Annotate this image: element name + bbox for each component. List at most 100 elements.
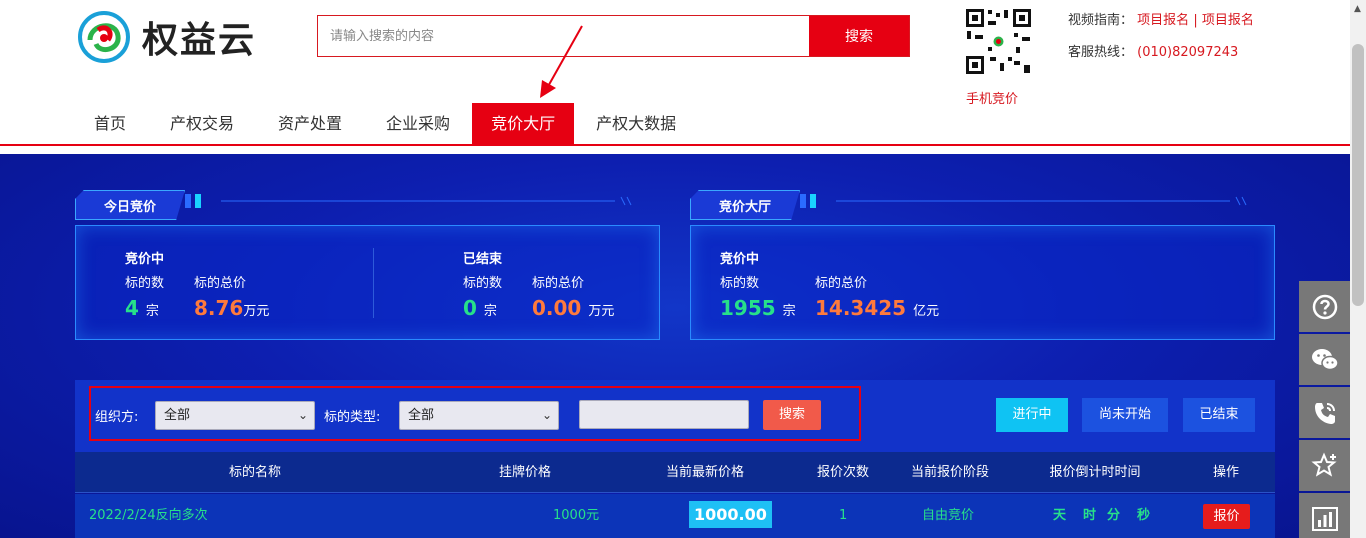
nav-bidding-hall[interactable]: 竞价大厅: [472, 103, 575, 145]
hotline: 客服热线： (010)82097243: [1068, 41, 1238, 60]
today-ongoing-count: 4 宗: [125, 296, 159, 320]
qr-code-icon: [964, 7, 1033, 76]
page: 权益云 搜索 手机竞价 视频指南： 项目报名 | 项目报名 客服热线：: [0, 0, 1366, 538]
row-stage: 自由竞价: [922, 508, 975, 523]
hall-ongoing-count-label: 标的数: [720, 276, 760, 291]
help-icon: [1312, 294, 1337, 319]
org-select[interactable]: 全部 ⌄: [155, 401, 315, 430]
logo-icon: [78, 11, 130, 63]
type-select[interactable]: 全部 ⌄: [399, 401, 559, 430]
col-bid-count: 报价次数: [816, 465, 869, 480]
project-signup-link-2[interactable]: 项目报名: [1202, 13, 1254, 28]
row-name[interactable]: 2022/2/24反向多次: [89, 494, 389, 538]
tab-bidding-hall: 竞价大厅: [690, 190, 800, 220]
nav-property-trade[interactable]: 产权交易: [148, 103, 256, 145]
today-panel: 竞价中 标的数 标的总价 4 宗 8.76万元 已结束 标的数 标的总价 0 宗…: [75, 225, 660, 340]
table-row: 2022/2/24反向多次 1000元 1000.00 1 自由竞价 天 时 分…: [75, 494, 1275, 538]
brand-name: 权益云: [142, 20, 257, 61]
col-stage: 当前报价阶段: [910, 465, 989, 480]
row-list-price: 1000元: [553, 508, 600, 523]
col-action: 操作: [1212, 465, 1239, 480]
today-ended-count-unit: 宗: [483, 304, 497, 319]
countdown-minute: 分: [1107, 508, 1121, 523]
today-ongoing-count-label: 标的数: [125, 276, 165, 291]
col-name: 标的名称: [228, 465, 281, 480]
row-bid-count: 1: [839, 508, 848, 523]
hall-ongoing-title: 竞价中: [720, 252, 760, 267]
hall-ongoing-total-unit: 亿元: [913, 304, 940, 319]
today-ended-count: 0 宗: [463, 296, 497, 320]
col-countdown: 报价倒计时时间: [1049, 465, 1141, 480]
hall-ongoing-total-value: 14.3425: [815, 296, 907, 320]
chevron-down-icon: ⌄: [297, 408, 308, 422]
search-bar: 搜索: [317, 15, 910, 57]
main-nav: 首页 产权交易 资产处置 企业采购 竞价大厅 产权大数据: [72, 103, 698, 145]
logo[interactable]: 权益云: [76, 10, 256, 64]
org-select-value: 全部: [164, 408, 191, 423]
today-ongoing-count-value: 4: [125, 296, 139, 320]
bid-button[interactable]: 报价: [1203, 504, 1250, 529]
col-list-price: 挂牌价格: [498, 465, 551, 480]
nav-asset-disposal[interactable]: 资产处置: [256, 103, 364, 145]
today-ended-title: 已结束: [463, 252, 503, 267]
tab-not-started[interactable]: 尚未开始: [1082, 398, 1168, 432]
wechat-icon: [1311, 348, 1339, 370]
separator: |: [1193, 13, 1198, 28]
today-ongoing-total-value: 8.76: [194, 296, 244, 320]
chevron-down-icon: ⌄: [541, 408, 552, 422]
tab-in-progress[interactable]: 进行中: [996, 398, 1068, 432]
help-button[interactable]: [1299, 281, 1350, 332]
countdown-second: 秒: [1137, 508, 1151, 523]
panel-divider: [373, 248, 374, 318]
scrollbar-thumb[interactable]: [1352, 44, 1364, 306]
hall-ongoing-total-label: 标的总价: [815, 276, 868, 291]
hotline-label: 客服热线：: [1068, 45, 1134, 60]
star-icon: [1310, 451, 1337, 477]
header: 权益云 搜索 手机竞价 视频指南： 项目报名 | 项目报名 客服热线：: [0, 0, 1366, 146]
hotline-number: (010)82097243: [1137, 45, 1239, 60]
qr-label: 手机竞价: [966, 92, 1019, 107]
video-guide-label: 视频指南：: [1068, 13, 1134, 28]
wechat-button[interactable]: [1299, 334, 1350, 385]
nav-home[interactable]: 首页: [72, 103, 148, 145]
search-button[interactable]: 搜索: [809, 16, 909, 56]
hall-panel: 竞价中 标的数 标的总价 1955 宗 14.3425 亿元: [690, 225, 1275, 340]
today-ended-count-label: 标的数: [463, 276, 503, 291]
tab-ended[interactable]: 已结束: [1183, 398, 1255, 432]
hall-ongoing-count: 1955 宗: [720, 296, 796, 320]
keyword-input[interactable]: [579, 400, 749, 429]
today-ongoing-title: 竞价中: [125, 252, 165, 267]
type-select-value: 全部: [408, 408, 435, 423]
project-signup-link-1[interactable]: 项目报名: [1137, 13, 1189, 28]
hall-ongoing-total: 14.3425 亿元: [815, 296, 939, 320]
statistics-button[interactable]: [1299, 493, 1350, 538]
row-current-price: 1000.00: [689, 501, 772, 528]
today-ended-total-value: 0.00: [532, 296, 582, 320]
countdown-hour: 时: [1083, 508, 1097, 523]
today-ongoing-total-label: 标的总价: [194, 276, 247, 291]
tab-today-bidding: 今日竞价: [75, 190, 185, 220]
today-ongoing-total-unit: 万元: [243, 304, 270, 319]
favorite-button[interactable]: [1299, 440, 1350, 491]
org-label: 组织方:: [95, 410, 139, 425]
phone-icon: [1314, 402, 1335, 424]
phone-button[interactable]: [1299, 387, 1350, 438]
today-ongoing-total: 8.76万元: [194, 296, 269, 320]
panel-deco-icon: [185, 194, 632, 208]
side-toolbar: [1299, 281, 1350, 538]
panel-deco-icon: [800, 194, 1247, 208]
hall-ongoing-count-value: 1955: [720, 296, 776, 320]
nav-procurement[interactable]: 企业采购: [364, 103, 472, 145]
table-header: 标的名称 挂牌价格 当前最新价格 报价次数 当前报价阶段 报价倒计时时间 操作: [75, 452, 1275, 493]
scroll-up-icon[interactable]: ▲: [1354, 4, 1361, 14]
today-ended-total-label: 标的总价: [532, 276, 585, 291]
filter-search-button[interactable]: 搜索: [763, 400, 821, 430]
chart-icon: [1311, 506, 1338, 531]
today-ended-count-value: 0: [463, 296, 477, 320]
countdown-day: 天: [1053, 508, 1067, 523]
type-label: 标的类型:: [324, 410, 381, 425]
col-current-price: 当前最新价格: [665, 465, 744, 480]
nav-big-data[interactable]: 产权大数据: [574, 103, 698, 145]
annotation-arrow-icon: [540, 25, 583, 98]
today-ended-total: 0.00 万元: [532, 296, 614, 320]
